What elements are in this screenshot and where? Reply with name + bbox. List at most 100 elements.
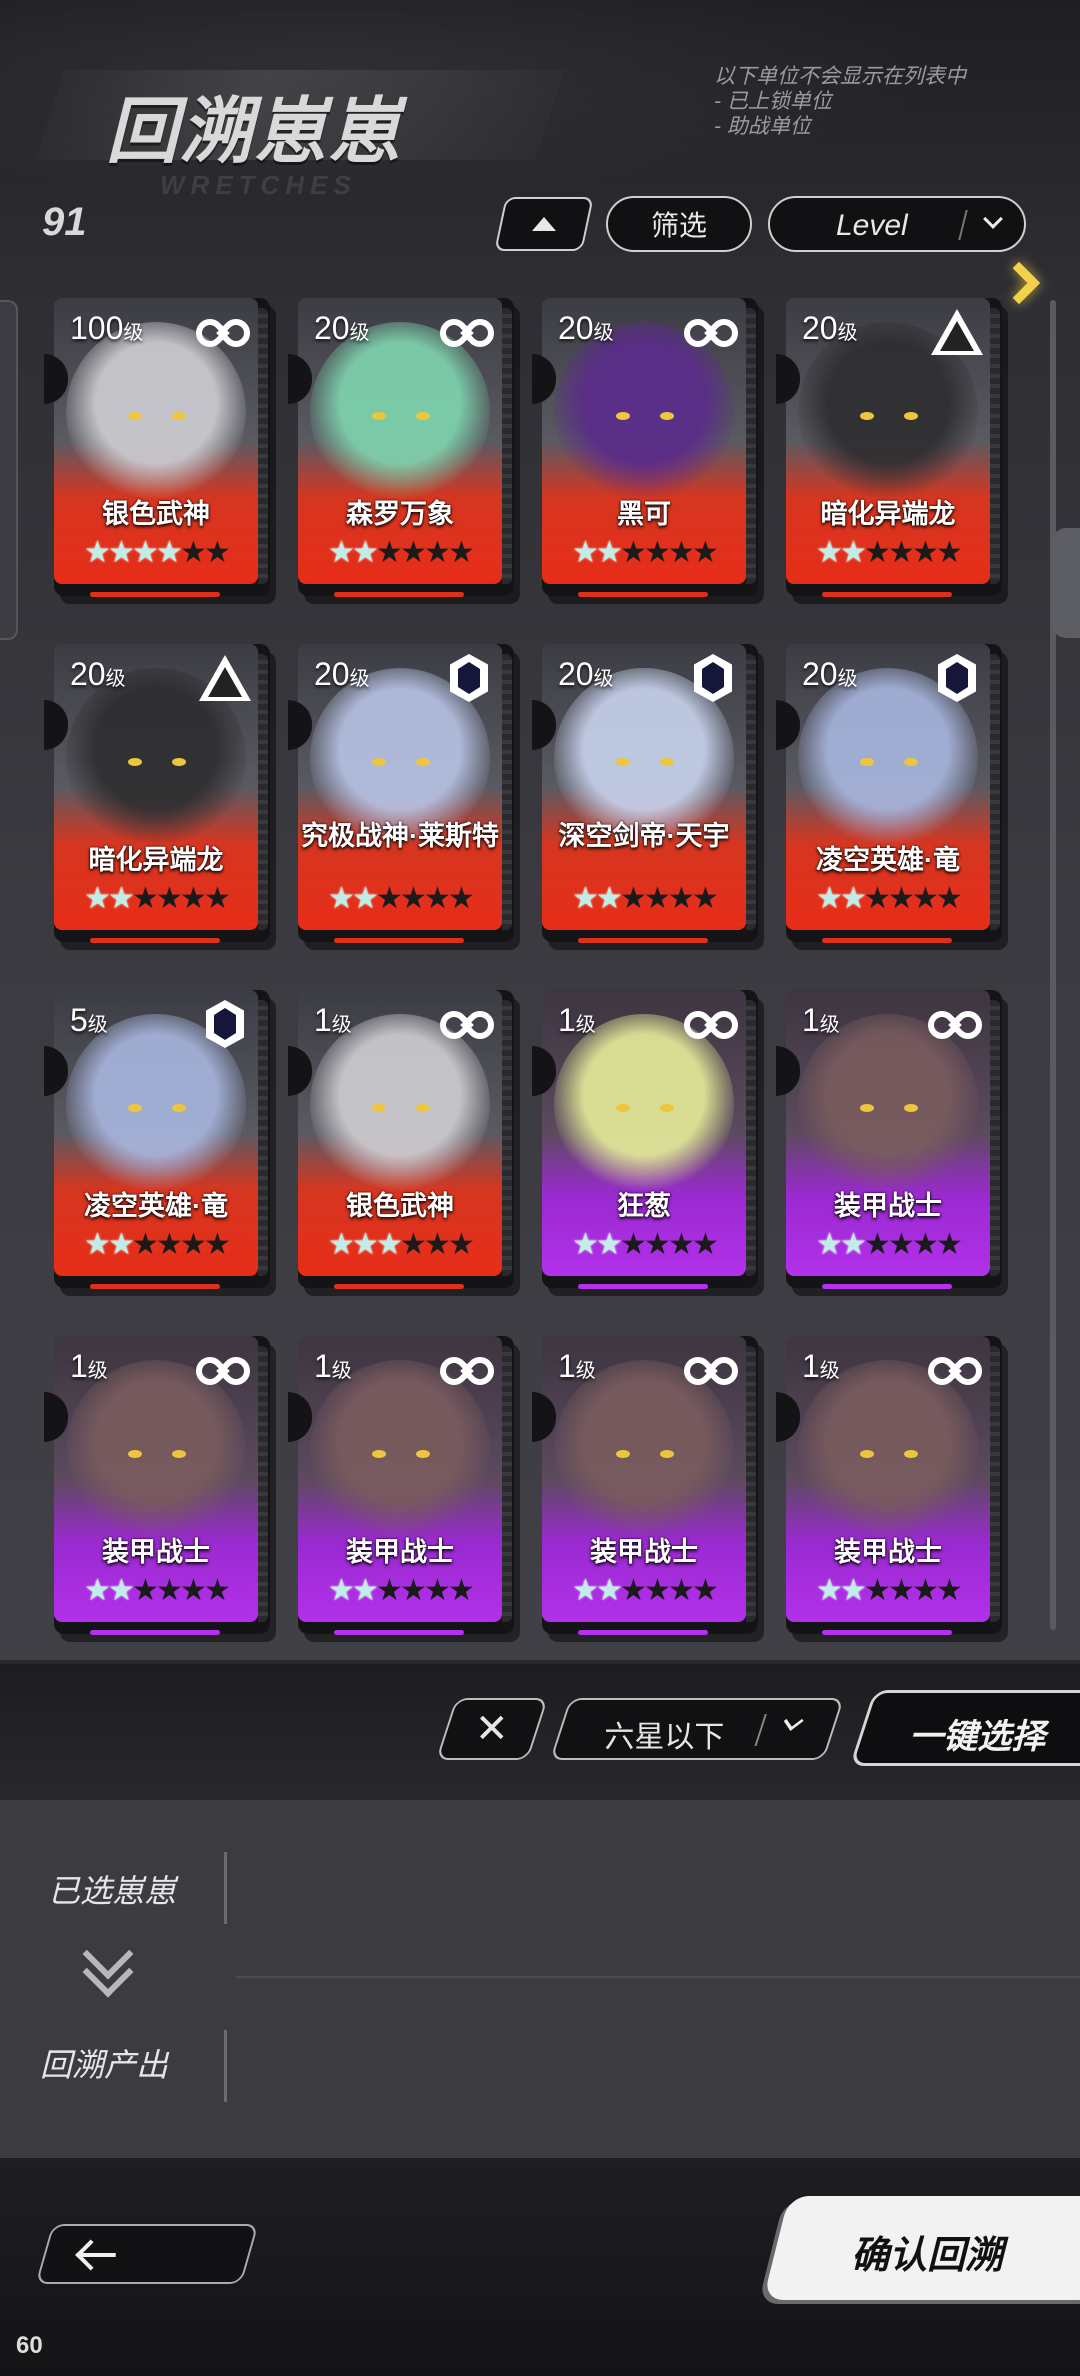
unit-name: 深空剑帝·天宇 [558,821,730,851]
unit-card[interactable]: 20级 黑可 ★ ★ ★ ★ ★ ★ [532,298,758,597]
filter-button[interactable]: 筛选 [606,196,752,252]
unit-card[interactable]: 20级 暗化异端龙 ★ ★ ★ ★ ★ ★ [44,644,270,943]
rarity-bar [334,938,464,943]
unit-card[interactable]: 20级 森罗万象 ★ ★ ★ ★ ★ ★ [288,298,514,597]
unit-card[interactable]: 1级 装甲战士 ★ ★ ★ ★ ★ ★ [776,990,1002,1289]
star-icon: ★ [668,536,695,569]
card-edge [990,1000,1000,1276]
unit-level-suffix: 级 [837,322,858,344]
card-edge [258,308,268,584]
confirm-rewind-button[interactable]: 确认回溯 [763,2196,1080,2300]
card-face: 1级 狂葱 ★ ★ ★ ★ ★ ★ [542,990,746,1276]
unit-level-value: 20 [314,310,350,346]
unit-card[interactable]: 1级 装甲战士 ★ ★ ★ ★ ★ ★ [776,1336,1002,1635]
star-icon: ★ [156,536,183,569]
unit-level-value: 20 [802,656,838,692]
star-icon: ★ [376,1228,403,1261]
unit-level-suffix: 级 [593,322,614,344]
card-edge [502,308,512,584]
star-icon: ★ [132,882,159,915]
unit-level-suffix: 级 [819,1360,840,1382]
infinity-icon [928,1346,986,1394]
star-icon: ★ [936,1228,963,1261]
star-icon: ★ [204,1574,231,1607]
unit-card[interactable]: 1级 装甲战士 ★ ★ ★ ★ ★ ★ [532,1336,758,1635]
star-icon: ★ [936,536,963,569]
star-icon: ★ [840,1228,867,1261]
unit-level: 20级 [802,656,858,693]
star-icon: ★ [108,1574,135,1607]
unit-card[interactable]: 1级 银色武神 ★ ★ ★ ★ ★ ★ [288,990,514,1289]
scrollbar[interactable] [1050,300,1056,1630]
card-face: 1级 装甲战士 ★ ★ ★ ★ ★ ★ [298,1336,502,1622]
sort-order-button[interactable] [494,197,594,251]
rarity-bar [90,938,220,943]
unit-card[interactable]: 20级 暗化异端龙 ★ ★ ★ ★ ★ ★ [776,298,1002,597]
card-face: 100级 银色武神 ★ ★ ★ ★ ★ ★ [54,298,258,584]
unit-name: 暗化异端龙 [820,499,956,529]
card-edge [502,1000,512,1276]
unit-card[interactable]: 20级 凌空英雄·竜 ★ ★ ★ ★ ★ ★ [776,644,1002,943]
divider [958,210,968,240]
unit-name: 装甲战士 [834,1537,942,1567]
infinity-icon [928,1000,986,1048]
unit-level-value: 1 [558,1348,576,1384]
star-icon: ★ [156,1574,183,1607]
star-icon: ★ [572,536,599,569]
unit-level: 20级 [314,310,370,347]
left-side-tab[interactable] [0,300,18,640]
card-face: 1级 装甲战士 ★ ★ ★ ★ ★ ★ [54,1336,258,1622]
unit-level-suffix: 级 [331,1360,352,1382]
card-edge [502,654,512,930]
unit-level-value: 20 [802,310,838,346]
star-icon: ★ [108,1228,135,1261]
unit-level-value: 1 [314,1002,332,1038]
star-icon: ★ [424,1574,451,1607]
star-icon: ★ [888,536,915,569]
card-edge [746,1346,756,1622]
rewind-output-label: 回溯产出 [40,2047,169,2083]
unit-level-suffix: 级 [575,1014,596,1036]
infinity-icon [684,1346,742,1394]
star-icon: ★ [596,1574,623,1607]
selected-units-label: 已选崽崽 [48,1873,177,1909]
unit-level-value: 1 [70,1348,88,1384]
star-icon: ★ [912,1574,939,1607]
star-icon: ★ [108,536,135,569]
unit-card[interactable]: 100级 银色武神 ★ ★ ★ ★ ★ ★ [44,298,270,597]
star-icon: ★ [668,1228,695,1261]
back-button[interactable] [35,2224,259,2284]
star-rating: ★ ★ ★ ★ ★ ★ [328,882,475,915]
sort-select[interactable]: Level [768,196,1026,252]
star-icon: ★ [864,536,891,569]
star-icon: ★ [328,882,355,915]
unit-card[interactable]: 1级 装甲战士 ★ ★ ★ ★ ★ ★ [44,1336,270,1635]
unit-card[interactable]: 5级 凌空英雄·竜 ★ ★ ★ ★ ★ ★ [44,990,270,1289]
unit-name: 狂葱 [617,1191,671,1221]
star-filter-select[interactable]: 六星以下 [549,1698,845,1760]
next-page-button[interactable] [996,254,1042,312]
star-icon: ★ [328,1574,355,1607]
star-icon: ★ [912,882,939,915]
unit-count: 91 [42,200,87,244]
star-icon: ★ [816,1228,843,1261]
notice-line: - 已上锁单位 [714,90,832,113]
one-click-select-button[interactable]: 一键选择 [849,1690,1080,1766]
unit-card[interactable]: 20级 深空剑帝·天宇 ★ ★ ★ ★ ★ ★ [532,644,758,943]
star-icon: ★ [912,1228,939,1261]
unit-card[interactable]: 20级 究极战神·莱斯特 ★ ★ ★ ★ ★ ★ [288,644,514,943]
star-icon: ★ [596,1228,623,1261]
title-area: 回溯崽崽 WRETCHES [35,62,565,200]
selection-panel [0,1800,1080,2158]
rarity-bar [334,592,464,597]
close-icon: ✕ [475,1707,509,1751]
card-edge [746,308,756,584]
unit-card[interactable]: 1级 狂葱 ★ ★ ★ ★ ★ ★ [532,990,758,1289]
infinity-icon [196,308,254,356]
unit-card[interactable]: 1级 装甲战士 ★ ★ ★ ★ ★ ★ [288,1336,514,1635]
card-edge [502,1346,512,1622]
unit-level: 100级 [70,310,143,347]
unit-level-suffix: 级 [593,668,614,690]
right-side-tab[interactable] [1052,528,1080,638]
unit-level-suffix: 级 [331,1014,352,1036]
